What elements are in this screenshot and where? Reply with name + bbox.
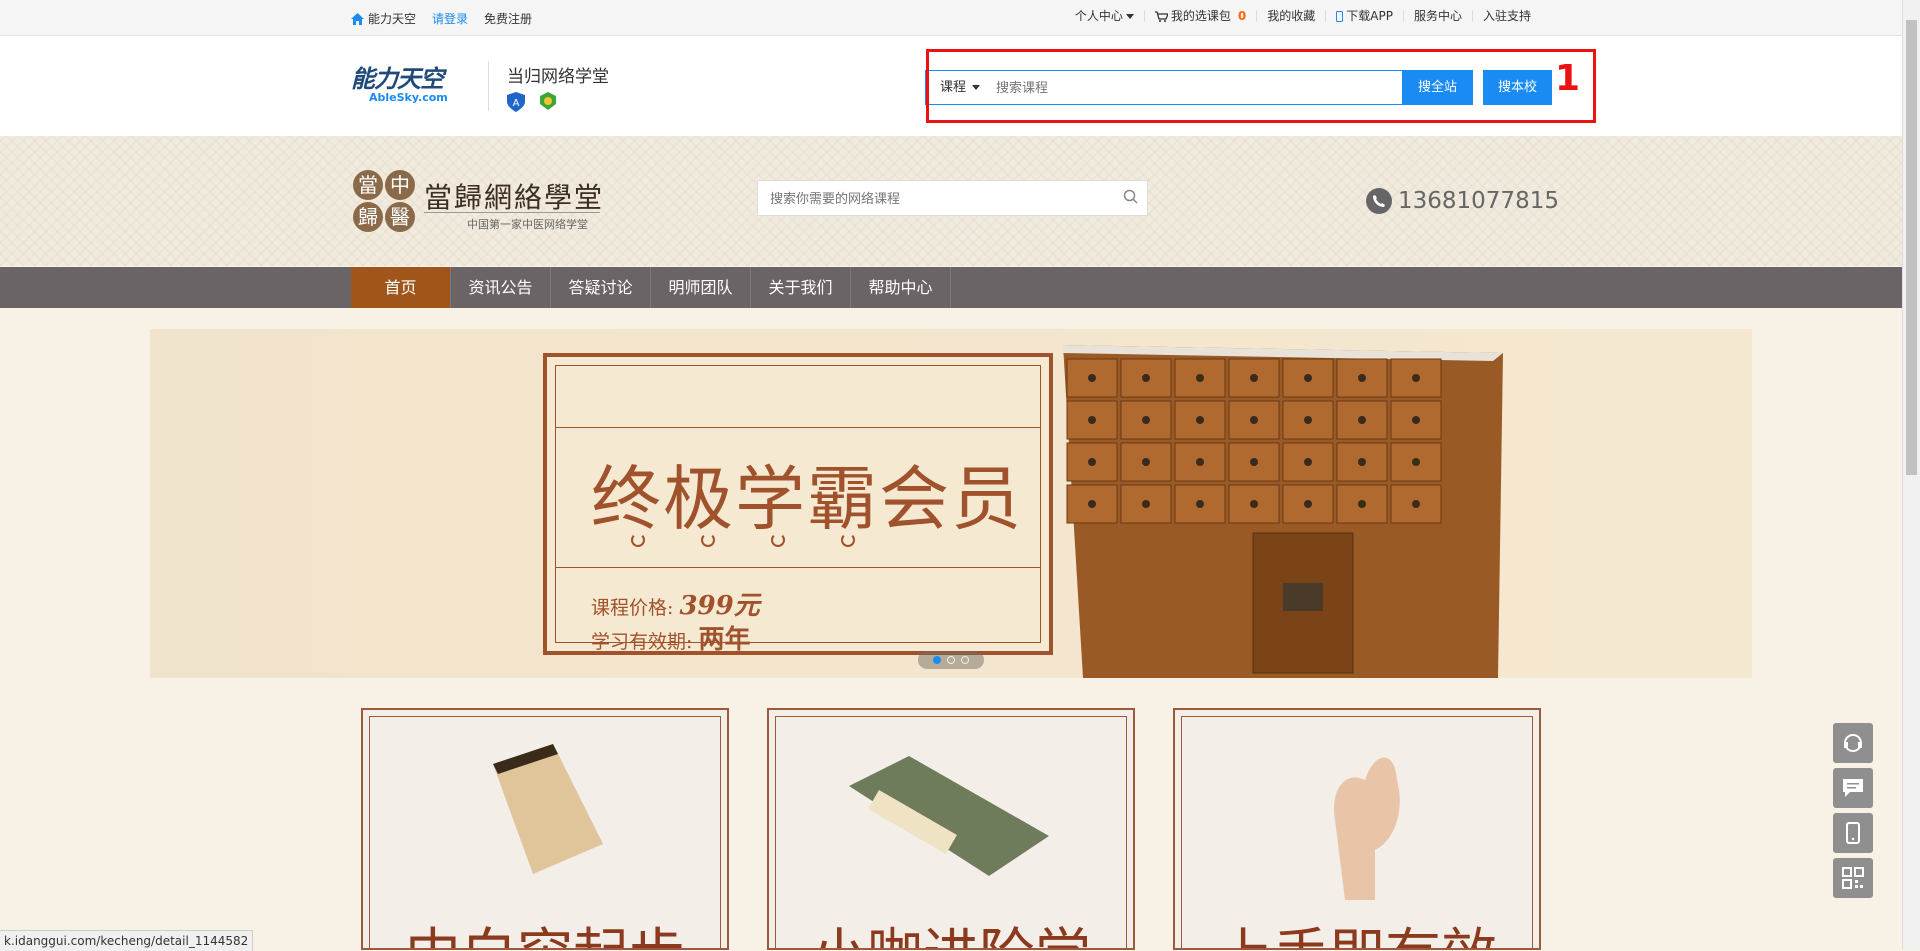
cart-label: 我的选课包 xyxy=(1170,9,1231,23)
headset-icon xyxy=(1844,734,1862,752)
validity-label: 学习有效期: xyxy=(591,631,693,653)
download-app-label: 下载APP xyxy=(1346,9,1393,23)
scroll-image xyxy=(493,744,603,874)
top-bar-left: 能力天空 请登录 免费注册 xyxy=(351,10,532,27)
nav-item-teachers[interactable]: 明师团队 xyxy=(651,267,751,308)
home-icon xyxy=(351,12,364,25)
ablesky-logo[interactable]: 能力天空 AbleSky.com xyxy=(351,66,461,110)
nav-item-help[interactable]: 帮助中心 xyxy=(851,267,951,308)
join-support-link[interactable]: 入驻支持 xyxy=(1471,10,1541,22)
network-course-search xyxy=(757,180,1148,217)
nav-item-qa[interactable]: 答疑讨论 xyxy=(551,267,651,308)
network-course-search-input[interactable] xyxy=(768,181,1112,217)
scrollbar-thumb[interactable] xyxy=(1906,20,1917,475)
slide-dot[interactable] xyxy=(947,656,955,664)
medicine-cabinet-image xyxy=(1063,345,1503,678)
certified-badge-icon xyxy=(540,92,556,110)
qr-code-icon xyxy=(1842,867,1864,889)
login-link[interactable]: 请登录 xyxy=(432,10,468,27)
cart-count: 0 xyxy=(1237,9,1247,23)
personal-center-label: 个人中心 xyxy=(1074,9,1123,23)
browser-status-url: k.idanggui.com/kecheng/detail_1144582 xyxy=(0,930,254,951)
svg-text:A: A xyxy=(513,98,520,109)
register-link[interactable]: 免费注册 xyxy=(484,10,532,27)
contact-phone: 13681077815 xyxy=(1366,188,1559,214)
service-center-link[interactable]: 服务中心 xyxy=(1402,10,1472,22)
validity-value: 两年 xyxy=(698,625,751,655)
main-nav: 首页 资讯公告 答疑讨论 明师团队 关于我们 帮助中心 xyxy=(0,267,1902,308)
seal-char: 中 xyxy=(385,170,415,200)
download-app-link[interactable]: 下载APP xyxy=(1325,10,1403,22)
home-link[interactable]: 能力天空 xyxy=(351,10,416,27)
course-card[interactable]: 中白帘起步 xyxy=(361,708,729,950)
nav-item-home[interactable]: 首页 xyxy=(351,267,451,308)
seal-char: 當 xyxy=(353,170,383,200)
school-band: 當 中 歸 醫 當歸網絡學堂 中国第一家中医网络学堂 13681077815 xyxy=(0,136,1902,266)
header-separator xyxy=(488,61,489,111)
verified-shield-icon: A xyxy=(507,92,525,112)
course-card[interactable]: 小咖进阶学 xyxy=(767,708,1135,950)
top-bar: 能力天空 请登录 免费注册 个人中心 我的选课包 0 我的收藏 下载APP 服务… xyxy=(0,0,1902,36)
top-bar-right: 个人中心 我的选课包 0 我的收藏 下载APP 服务中心 入驻支持 xyxy=(1065,10,1541,22)
nav-item-news[interactable]: 资讯公告 xyxy=(451,267,551,308)
banner-frame: 终极学霸会员 课程价格: 399元 学习有效期: 两年 xyxy=(543,353,1053,655)
cart-link[interactable]: 我的选课包 0 xyxy=(1143,9,1256,23)
caret-down-icon xyxy=(1125,13,1134,19)
annotation-number: 1 xyxy=(1555,58,1581,99)
personal-center-menu[interactable]: 个人中心 xyxy=(1065,10,1144,22)
qr-code-button[interactable] xyxy=(1833,858,1873,898)
slide-dot[interactable] xyxy=(933,656,941,664)
banner-validity: 学习有效期: 两年 xyxy=(591,619,750,656)
nav-item-about[interactable]: 关于我们 xyxy=(751,267,851,308)
mobile-icon xyxy=(1846,822,1860,844)
price-value: 399元 xyxy=(679,591,760,621)
home-label: 能力天空 xyxy=(368,12,417,26)
customer-service-button[interactable] xyxy=(1833,723,1873,763)
school-logo-subtitle: 中国第一家中医网络学堂 xyxy=(467,218,588,231)
vertical-scrollbar[interactable] xyxy=(1902,0,1920,950)
card-caption: 中白帘起步 xyxy=(363,910,727,948)
seal-char: 歸 xyxy=(353,202,383,232)
school-logo-divider xyxy=(424,212,600,213)
slide-dot[interactable] xyxy=(961,656,969,664)
school-logo-title: 當歸網絡學堂 xyxy=(424,181,605,214)
banner-title: 终极学霸会员 xyxy=(591,458,1023,540)
card-caption: 小咖进阶学 xyxy=(769,910,1133,948)
ablesky-logo-en: AbleSky.com xyxy=(369,91,448,104)
course-card[interactable]: 上手即有效 xyxy=(1173,708,1541,950)
favorites-link[interactable]: 我的收藏 xyxy=(1256,10,1325,22)
price-label: 课程价格: xyxy=(591,597,674,619)
nav-items: 首页 资讯公告 答疑讨论 明师团队 关于我们 帮助中心 xyxy=(351,267,951,308)
seal-char: 醫 xyxy=(385,202,415,232)
banner-frame-rule xyxy=(555,427,1041,428)
telephone-icon xyxy=(1366,188,1392,214)
card-caption: 上手即有效 xyxy=(1175,910,1539,948)
chat-icon xyxy=(1843,779,1863,797)
annotation-highlight-box xyxy=(926,49,1596,123)
ablesky-logo-cn: 能力天空 xyxy=(351,65,444,93)
school-name: 当归网络学堂 xyxy=(507,67,609,87)
slider-pagination xyxy=(918,651,984,669)
phone-icon xyxy=(1336,10,1344,22)
promo-banner[interactable]: 终极学霸会员 课程价格: 399元 学习有效期: 两年 xyxy=(150,329,1752,678)
book-image xyxy=(849,756,1049,876)
cart-icon xyxy=(1154,10,1168,22)
search-icon[interactable] xyxy=(1123,189,1139,205)
mobile-app-button[interactable] xyxy=(1833,813,1873,853)
message-button[interactable] xyxy=(1833,768,1873,808)
phone-number: 13681077815 xyxy=(1398,188,1559,214)
banner-price: 课程价格: 399元 xyxy=(591,585,760,622)
hand-gesture-image xyxy=(1334,757,1400,900)
banner-frame-rule xyxy=(555,567,1041,568)
banner-ornament xyxy=(631,533,855,547)
